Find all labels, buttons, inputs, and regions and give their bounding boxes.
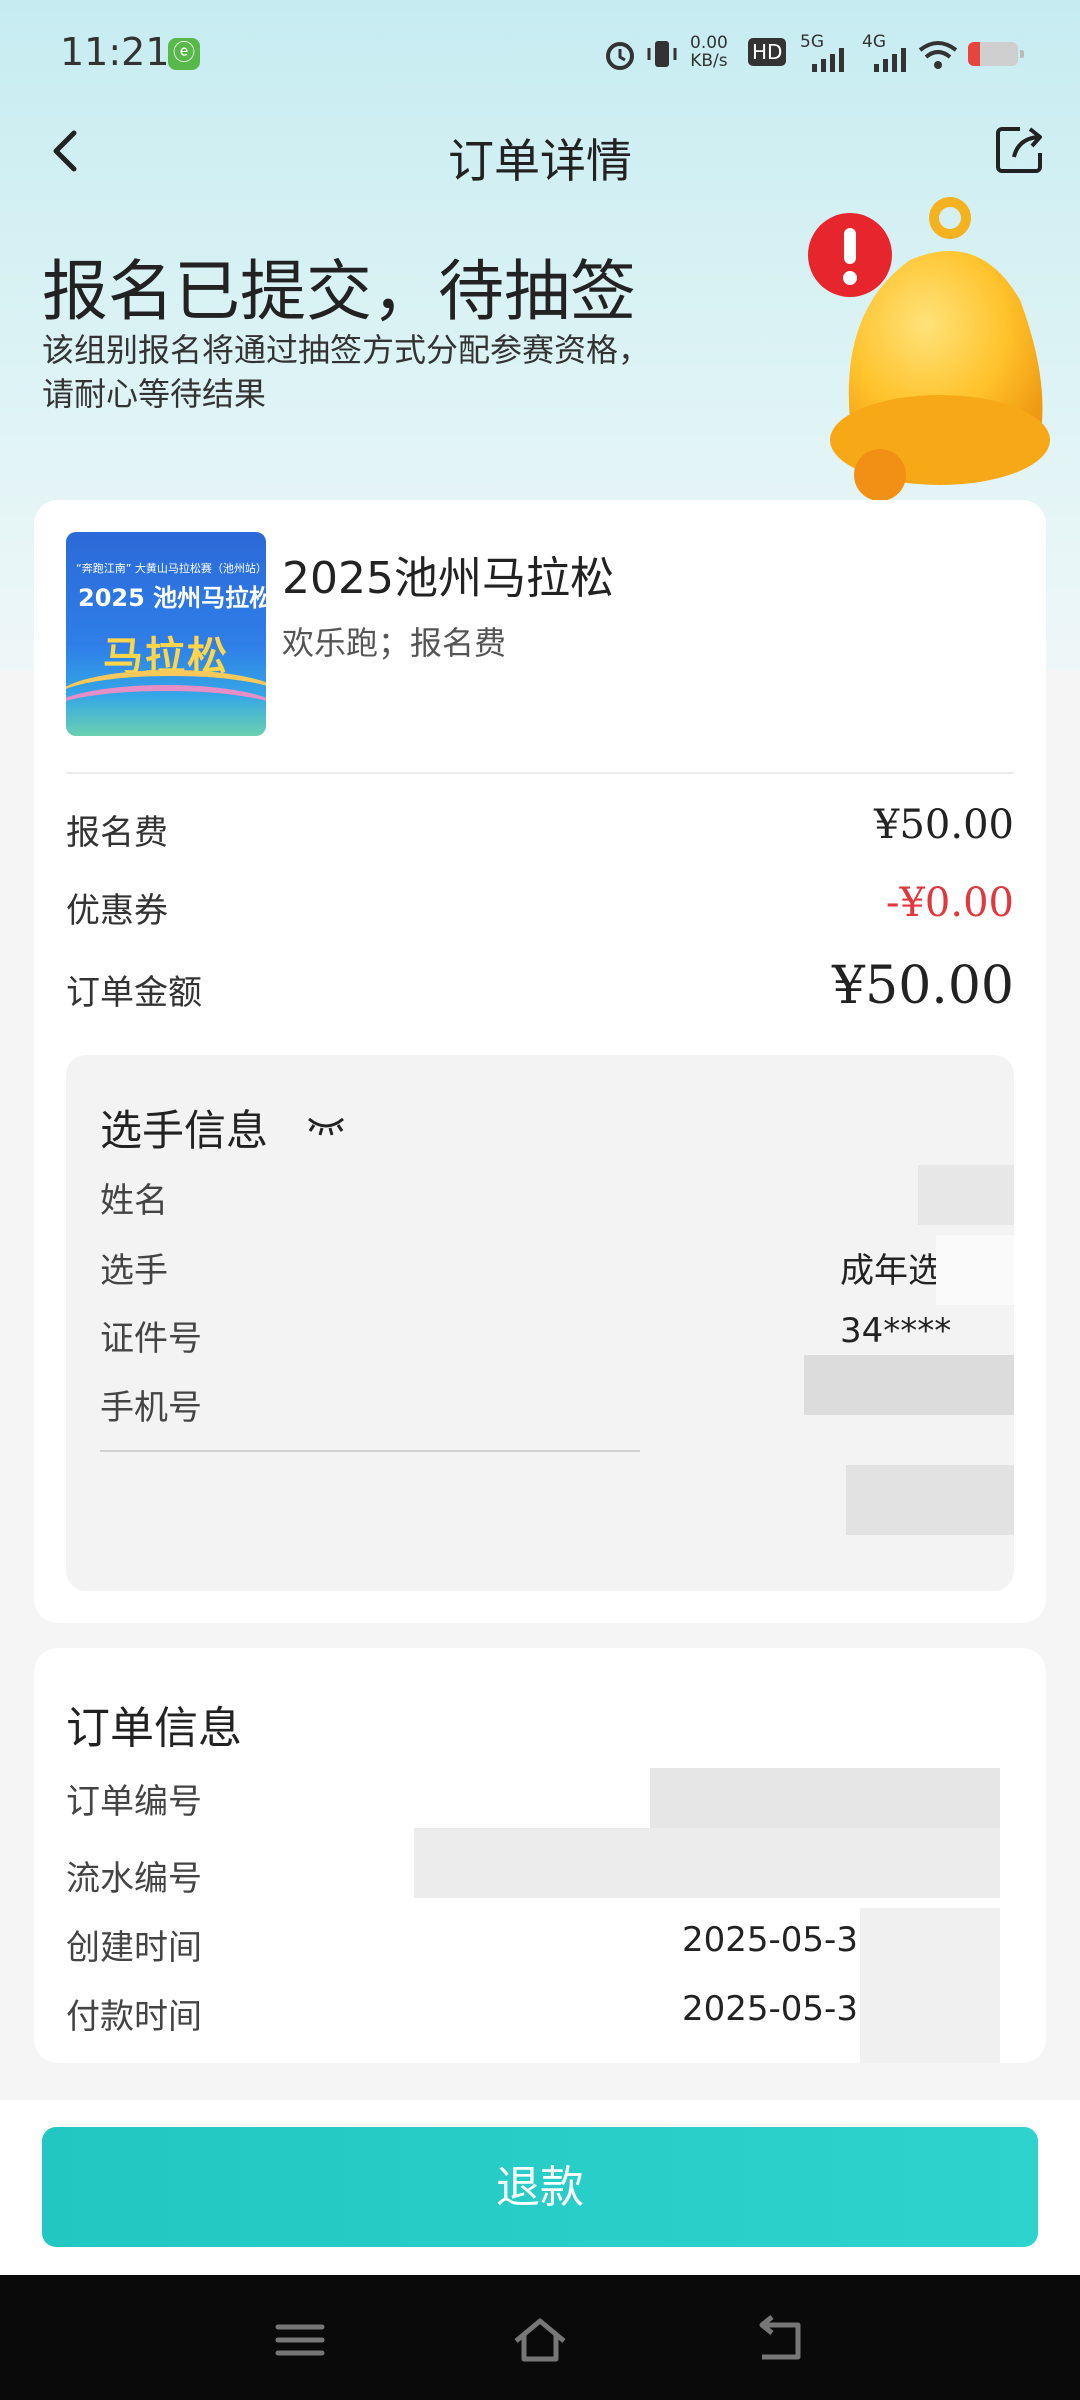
page-title: 订单详情 bbox=[448, 134, 632, 188]
thumbnail-wave-decoration bbox=[66, 685, 266, 736]
signal-5g-icon bbox=[812, 48, 844, 72]
alarm-icon bbox=[606, 42, 634, 70]
system-nav-bar bbox=[0, 2275, 1080, 2400]
status-bar: 11:21 ⓔ 0.00 KB/s HD 5G 4G bbox=[0, 0, 1080, 105]
eye-closed-icon[interactable] bbox=[306, 1113, 346, 1137]
redacted-value bbox=[860, 1908, 1000, 2063]
created-time-value: 2025-05-31 bbox=[682, 1920, 880, 1960]
order-info-title: 订单信息 bbox=[66, 1703, 242, 1754]
id-number-label: 证件号 bbox=[100, 1319, 202, 1359]
order-amount-label: 订单金额 bbox=[66, 973, 202, 1013]
status-description-line2: 请耐心等待结果 bbox=[42, 375, 267, 413]
redacted-value bbox=[804, 1355, 1014, 1415]
thumbnail-caption: “奔跑江南” 大黄山马拉松赛（池州站） bbox=[76, 562, 266, 575]
net-speed-unit: KB/s bbox=[690, 51, 728, 71]
vibrate-icon bbox=[647, 41, 677, 67]
app-notification-icon: ⓔ bbox=[168, 38, 200, 70]
redacted-value bbox=[918, 1165, 1014, 1225]
redacted-value bbox=[414, 1828, 1000, 1898]
event-name: 2025池州马拉松 bbox=[282, 553, 614, 604]
player-info-panel: 选手信息 姓名 选手 成年选 证件号 34**** 手机号 bbox=[66, 1055, 1014, 1591]
paid-time-label: 付款时间 bbox=[66, 1997, 202, 2037]
divider bbox=[100, 1450, 640, 1452]
share-icon[interactable] bbox=[990, 119, 1050, 179]
redacted-value bbox=[936, 1235, 1014, 1305]
signup-fee-value: ¥50.00 bbox=[874, 802, 1014, 848]
refund-button[interactable]: 退款 bbox=[42, 2127, 1038, 2247]
created-time-label: 创建时间 bbox=[66, 1928, 202, 1968]
serial-number-label: 流水编号 bbox=[66, 1859, 202, 1899]
order-number-label: 订单编号 bbox=[66, 1782, 202, 1822]
signup-fee-label: 报名费 bbox=[66, 813, 168, 853]
bell-alert-icon bbox=[808, 197, 1050, 501]
player-name-label: 姓名 bbox=[100, 1181, 168, 1221]
nav-bar: 订单详情 bbox=[0, 105, 1080, 200]
divider bbox=[66, 772, 1014, 774]
redacted-value bbox=[846, 1465, 1014, 1535]
order-summary-card: “奔跑江南” 大黄山马拉松赛（池州站） 2025 池州马拉松 马拉松 2025池… bbox=[34, 500, 1046, 1623]
status-description-line1: 该组别报名将通过抽签方式分配参赛资格， bbox=[42, 331, 651, 369]
id-number-value: 34**** bbox=[840, 1311, 952, 1351]
player-info-title: 选手信息 bbox=[100, 1106, 269, 1155]
order-info-card: 订单信息 订单编号 流水编号 创建时间 2025-05-31 付款时间 2025… bbox=[34, 1648, 1046, 2063]
player-type-label: 选手 bbox=[100, 1251, 168, 1291]
net-speed: 0.00 KB/s bbox=[690, 34, 728, 70]
event-thumbnail[interactable]: “奔跑江南” 大黄山马拉松赛（池州站） 2025 池州马拉松 马拉松 bbox=[66, 532, 266, 736]
coupon-value: -¥0.00 bbox=[885, 880, 1014, 926]
event-subtitle: 欢乐跑；报名费 bbox=[282, 624, 507, 662]
phone-label: 手机号 bbox=[100, 1388, 202, 1428]
order-amount-value: ¥50.00 bbox=[832, 956, 1014, 1016]
player-type-value: 成年选 bbox=[840, 1251, 942, 1291]
back-icon[interactable] bbox=[750, 2315, 810, 2365]
hd-icon: HD bbox=[748, 38, 787, 66]
wifi-icon bbox=[918, 41, 958, 69]
thumbnail-year: 2025 池州马拉松 bbox=[78, 584, 266, 612]
status-time: 11:21 bbox=[60, 30, 170, 74]
menu-icon[interactable] bbox=[270, 2315, 330, 2365]
status-heading: 报名已提交，待抽签 bbox=[42, 253, 636, 330]
coupon-label: 优惠券 bbox=[66, 891, 168, 931]
status-description: 该组别报名将通过抽签方式分配参赛资格， 请耐心等待结果 bbox=[42, 328, 722, 416]
net-speed-value: 0.00 bbox=[690, 33, 728, 53]
battery-icon bbox=[968, 42, 1024, 66]
home-icon[interactable] bbox=[510, 2315, 570, 2365]
paid-time-value: 2025-05-31 bbox=[682, 1989, 880, 2029]
signal-4g-icon bbox=[874, 48, 906, 72]
